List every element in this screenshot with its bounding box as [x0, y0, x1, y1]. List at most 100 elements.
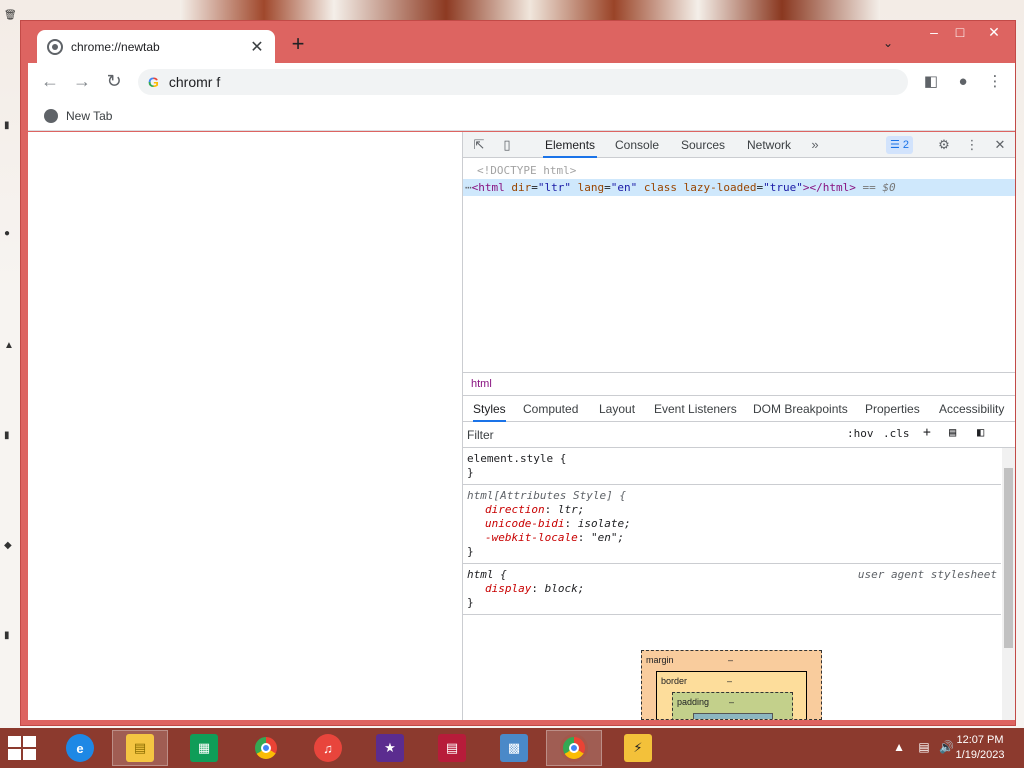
doctype-text: <!DOCTYPE html>: [477, 164, 577, 177]
inspect-element-icon[interactable]: ⇱: [469, 135, 489, 155]
devtools-menu-icon[interactable]: ⋮: [962, 135, 982, 155]
tab-elements[interactable]: Elements: [543, 132, 598, 158]
settings-gear-icon[interactable]: ⚙: [934, 135, 954, 155]
subtab-styles[interactable]: Styles: [473, 396, 506, 422]
decl-webkit-locale[interactable]: -webkit-locale: "en";: [467, 531, 1001, 545]
taskbar-winamp[interactable]: ⚡: [610, 730, 666, 766]
tab-console[interactable]: Console: [613, 132, 661, 158]
rule-html-ua[interactable]: html { user agent stylesheet display: bl…: [463, 564, 1001, 615]
browser-toolbar: ← → ↻ G chromr f ◧ ● ⋮: [28, 63, 1015, 101]
taskbar-chrome-active[interactable]: [546, 730, 602, 766]
close-devtools-icon[interactable]: ✕: [990, 135, 1010, 155]
chevron-down-icon[interactable]: ⌄: [883, 36, 893, 50]
new-style-rule-icon[interactable]: +: [923, 425, 931, 440]
forward-button[interactable]: →: [70, 71, 94, 93]
dom-doctype-line[interactable]: <!DOCTYPE html>: [463, 162, 1015, 179]
prop-unicode-bidi: unicode-bidi: [485, 517, 565, 530]
tab-network[interactable]: Network: [745, 132, 793, 158]
dom-html-line[interactable]: ⋯<html dir="ltr" lang="en" class lazy-lo…: [463, 179, 1015, 196]
val-display: block;: [544, 582, 585, 595]
html-open-tag: <html: [471, 181, 505, 194]
taskbar-control-panel[interactable]: ▩: [486, 730, 542, 766]
taskbar-music[interactable]: ♫: [300, 730, 356, 766]
attr-style-close: }: [467, 545, 474, 558]
border-value[interactable]: –: [727, 676, 732, 686]
styles-scrollbar[interactable]: [1002, 448, 1015, 720]
new-tab-button[interactable]: +: [287, 33, 309, 56]
decl-unicode-bidi[interactable]: unicode-bidi: isolate;: [467, 517, 1001, 531]
system-clock[interactable]: 12:07 PM 1/19/2023: [954, 733, 1006, 763]
decl-display[interactable]: display: block;: [467, 582, 1001, 596]
chrome-icon: [47, 39, 63, 55]
tray-chevron-up-icon[interactable]: ▲: [893, 740, 905, 754]
prop-webkit-locale: -webkit-locale: [485, 531, 578, 544]
windows-start-button[interactable]: [8, 736, 40, 760]
folder-icon: ▤: [126, 734, 154, 762]
omnibox-text[interactable]: chromr f: [169, 74, 220, 90]
taskbar-file-explorer[interactable]: ▤: [112, 730, 168, 766]
start-logo-pane: [8, 749, 21, 760]
breadcrumb-html[interactable]: html: [471, 378, 492, 390]
chrome-icon: [560, 734, 588, 762]
computed-styles-toggle-icon[interactable]: ▤: [949, 425, 956, 439]
back-button[interactable]: ←: [38, 71, 62, 93]
box-model-border: border – padding –: [656, 671, 807, 719]
page-viewport[interactable]: [28, 132, 462, 720]
margin-value[interactable]: –: [728, 655, 733, 665]
clock-date: 1/19/2023: [955, 749, 1005, 761]
styles-filter-input[interactable]: [467, 425, 837, 445]
taskbar-store[interactable]: ▦: [176, 730, 232, 766]
omnibox[interactable]: G chromr f: [138, 69, 908, 95]
device-toolbar-icon[interactable]: ▯: [497, 135, 517, 155]
cls-button[interactable]: .cls: [883, 427, 910, 440]
subtab-event-listeners[interactable]: Event Listeners: [654, 396, 737, 422]
ua-stylesheet-source: user agent stylesheet: [857, 568, 997, 581]
more-tabs-icon[interactable]: »: [805, 135, 825, 155]
chrome-window: chrome://newtab ✕ + ⌄ – □ ✕ ← → ↻ G chro…: [20, 20, 1016, 726]
padding-label: padding: [677, 697, 710, 707]
decl-direction[interactable]: direction: ltr;: [467, 503, 1001, 517]
chrome-icon: [252, 734, 280, 762]
system-tray: ▲ ▤ 🔊: [893, 740, 954, 754]
rule-html-attributes-style[interactable]: html[Attributes Style] { direction: ltr;…: [463, 485, 1001, 564]
taskbar-chrome[interactable]: [238, 730, 294, 766]
maximize-button[interactable]: □: [945, 21, 975, 43]
close-window-button[interactable]: ✕: [979, 21, 1009, 43]
tab-sources[interactable]: Sources: [679, 132, 727, 158]
val-lang: "en": [610, 181, 638, 194]
taskbar-news[interactable]: ▤: [424, 730, 480, 766]
devtools-panel: ⇱ ▯ Elements Console Sources Network » ☰…: [462, 132, 1015, 720]
sidebar-toggle-icon[interactable]: ◧: [977, 425, 984, 439]
rule-element-style[interactable]: element.style { }: [463, 448, 1001, 485]
bookmarks-bar: New Tab: [28, 101, 1015, 131]
devtools-toolbar: ⇱ ▯ Elements Console Sources Network » ☰…: [463, 132, 1015, 158]
scrollbar-thumb[interactable]: [1004, 468, 1013, 648]
subtab-layout[interactable]: Layout: [599, 396, 635, 422]
tab-newtab[interactable]: chrome://newtab ✕: [37, 30, 275, 64]
taskbar-internet-explorer[interactable]: e: [52, 730, 108, 766]
tab-title: chrome://newtab: [71, 40, 160, 54]
taskbar-trophy-app[interactable]: ★: [362, 730, 418, 766]
subtab-accessibility[interactable]: Accessibility: [939, 396, 1004, 422]
padding-value[interactable]: –: [729, 697, 734, 707]
html-rule-close: }: [467, 596, 474, 609]
styles-subtabs: Styles Computed Layout Event Listeners D…: [463, 396, 1015, 422]
prop-display: display: [485, 582, 532, 595]
subtab-computed[interactable]: Computed: [523, 396, 578, 422]
side-panel-icon[interactable]: ◧: [920, 71, 942, 93]
reload-button[interactable]: ↻: [102, 71, 126, 93]
network-icon[interactable]: ▤: [918, 740, 929, 754]
issues-badge[interactable]: ☰ 2: [886, 136, 914, 154]
dom-ellipsis-icon[interactable]: ⋯: [465, 181, 472, 194]
subtab-properties[interactable]: Properties: [865, 396, 920, 422]
hov-button[interactable]: :hov: [847, 427, 874, 440]
close-tab-icon[interactable]: ✕: [249, 37, 265, 57]
bookmark-new-tab[interactable]: New Tab: [66, 109, 112, 123]
trophy-icon: ★: [376, 734, 404, 762]
subtab-dom-breakpoints[interactable]: DOM Breakpoints: [753, 396, 848, 422]
profile-avatar-icon[interactable]: ●: [952, 71, 974, 93]
volume-icon[interactable]: 🔊: [939, 740, 954, 754]
menu-icon[interactable]: ⋮: [984, 71, 1006, 93]
issues-count: 2: [902, 139, 910, 151]
val-webkit-locale: "en";: [590, 531, 625, 544]
